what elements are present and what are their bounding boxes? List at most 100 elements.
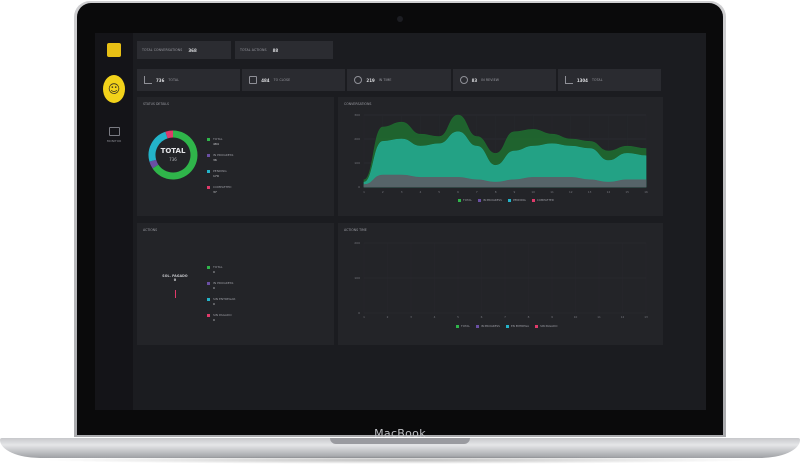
x-tick-label: 10 <box>531 190 535 194</box>
legend-swatch <box>207 154 210 157</box>
total-conversations-value: 368 <box>188 47 197 53</box>
legend-item: SIN PAGADO <box>535 324 557 328</box>
y-tick-label: 100 <box>354 161 360 165</box>
legend-item: SIN PAGADO 0 <box>207 313 232 322</box>
x-tick-label: 14 <box>607 190 611 194</box>
sidebar-item-label: MONITOR <box>106 139 122 143</box>
legend-item: EN ENTREGA <box>505 324 530 328</box>
stat-value: 736 <box>156 77 165 83</box>
x-tick-label: 3 <box>401 190 403 194</box>
x-tick-label: 13 <box>644 315 648 319</box>
donut-slice <box>149 159 159 169</box>
x-tick-label: 8 <box>495 190 497 194</box>
x-tick-label: 7 <box>504 315 506 319</box>
stat-card: 83 IN REVIEW <box>452 69 556 91</box>
stats-bar: 736 TOTAL 484 TO CLOSE 219 IN TIME 83 IN… <box>137 69 662 91</box>
y-tick-label: 0 <box>358 185 360 189</box>
legend-item: COMPLETED 37 <box>207 185 231 194</box>
app-logo[interactable] <box>107 43 121 57</box>
x-tick-label: 12 <box>569 190 573 194</box>
y-tick-label: 200 <box>354 137 360 141</box>
x-tick-label: 8 <box>528 315 530 319</box>
status-donut-chart: TOTAL 736 <box>148 130 198 180</box>
legend-item: PENDING 179 <box>207 169 227 178</box>
sidebar: ☺ MONITOR <box>95 33 133 410</box>
sidebar-item-monitor[interactable]: MONITOR <box>101 127 127 143</box>
stat-card: 219 IN TIME <box>347 69 451 91</box>
stat-label: IN TIME <box>378 78 392 82</box>
x-tick-label: 5 <box>438 190 440 194</box>
total-actions-label: TOTAL ACTIONS <box>240 48 267 52</box>
legend-label: TOTAL <box>213 137 223 141</box>
x-tick-label: 13 <box>588 190 592 194</box>
x-tick-label: 10 <box>574 315 578 319</box>
stat-label: TOTAL <box>591 78 603 82</box>
conversations-panel: CONVERSATIONS 0 100 200 300 1 2 3 4 5 6 7 8 9 10 11 12 1… <box>338 97 663 216</box>
x-tick-label: 11 <box>597 315 601 319</box>
legend-label: SIN ENTREGAR <box>213 297 236 301</box>
panel-title: CONVERSATIONS <box>344 102 372 106</box>
legend-label: COMPLETED <box>213 185 232 189</box>
check-circle-icon <box>354 76 363 84</box>
camera-icon <box>397 16 403 22</box>
legend-swatch <box>207 170 210 173</box>
legend-value: 37 <box>213 190 217 194</box>
avatar[interactable]: ☺ <box>103 75 125 103</box>
legend-value: 36 <box>213 158 217 162</box>
x-tick-label: 2 <box>387 315 389 319</box>
x-tick-label: 11 <box>550 190 554 194</box>
legend-label: TOTAL <box>463 198 472 202</box>
panel-title: ACTIONS <box>143 228 158 232</box>
x-tick-label: 15 <box>625 190 629 194</box>
stat-value: 83 <box>471 77 478 83</box>
actions-time-panel: ACTIONS TIME 0 100 200 1 2 3 4 5 6 7 8 9 10 11 12 13 TO… <box>338 223 663 345</box>
legend-item: IN PROGRESS <box>475 324 500 328</box>
total-actions-box: TOTAL ACTIONS 88 <box>235 41 333 59</box>
total-actions-value: 88 <box>272 47 279 53</box>
legend-label: TOTAL <box>213 265 223 269</box>
x-tick-label: 7 <box>476 190 478 194</box>
donut-center-value: 736 <box>169 157 177 162</box>
legend-item: IN PROGRESS <box>477 198 502 202</box>
legend-item: PENDING <box>507 198 526 202</box>
actions-panel: ACTIONS SOL. PAGADO 0 TOTAL 0 IN PROGRESS… <box>137 223 334 345</box>
stat-value: 484 <box>261 77 270 83</box>
actions-summary-value: 0 <box>173 278 177 282</box>
x-tick-label: 9 <box>551 315 553 319</box>
legend-label: IN PROGRESS <box>213 281 234 285</box>
legend-swatch <box>207 266 210 269</box>
laptop-shadow <box>40 456 760 464</box>
total-conversations-label: TOTAL CONVERSATIONS <box>142 48 183 52</box>
legend-label: EN ENTREGA <box>510 324 530 328</box>
y-tick-label: 300 <box>354 113 360 117</box>
legend-value: 0 <box>213 318 215 322</box>
x-tick-label: 1 <box>363 190 365 194</box>
legend-label: TOTAL <box>461 324 470 328</box>
legend-swatch <box>207 298 210 301</box>
x-tick-label: 4 <box>434 315 436 319</box>
legend-item: SIN ENTREGAR 0 <box>207 297 235 306</box>
legend-value: 484 <box>213 142 219 146</box>
legend-label: IN PROGRESS <box>480 324 500 328</box>
chart-legend: TOTAL IN PROGRESS PENDING COMPLETED <box>458 198 554 202</box>
stat-card: 736 TOTAL <box>137 69 241 91</box>
legend-value: 179 <box>213 174 219 178</box>
legend-swatch <box>207 138 210 141</box>
dashboard-screen: ☺ MONITOR TOTAL CONVERSATIONS 368 TOTAL … <box>95 33 706 410</box>
x-tick-label: 5 <box>457 315 459 319</box>
x-tick-label: 1 <box>363 315 365 319</box>
laptop-notch <box>330 438 470 444</box>
donut-center-label: TOTAL <box>161 147 186 155</box>
legend-label: PENDING <box>213 169 227 173</box>
trend-chart-icon <box>564 76 573 84</box>
legend-label: SIN PAGADO <box>213 313 232 317</box>
legend-label: SIN PAGADO <box>540 324 558 328</box>
x-tick-label: 4 <box>420 190 422 194</box>
y-tick-label: 100 <box>354 276 360 280</box>
x-tick-label: 12 <box>621 315 625 319</box>
legend-swatch <box>207 314 210 317</box>
chart-legend: TOTAL IN PROGRESS EN ENTREGA SIN PAGADO <box>456 324 557 328</box>
x-tick-label: 2 <box>382 190 384 194</box>
legend-item: TOTAL 484 <box>207 137 223 146</box>
legend-label: COMPLETED <box>536 198 554 202</box>
